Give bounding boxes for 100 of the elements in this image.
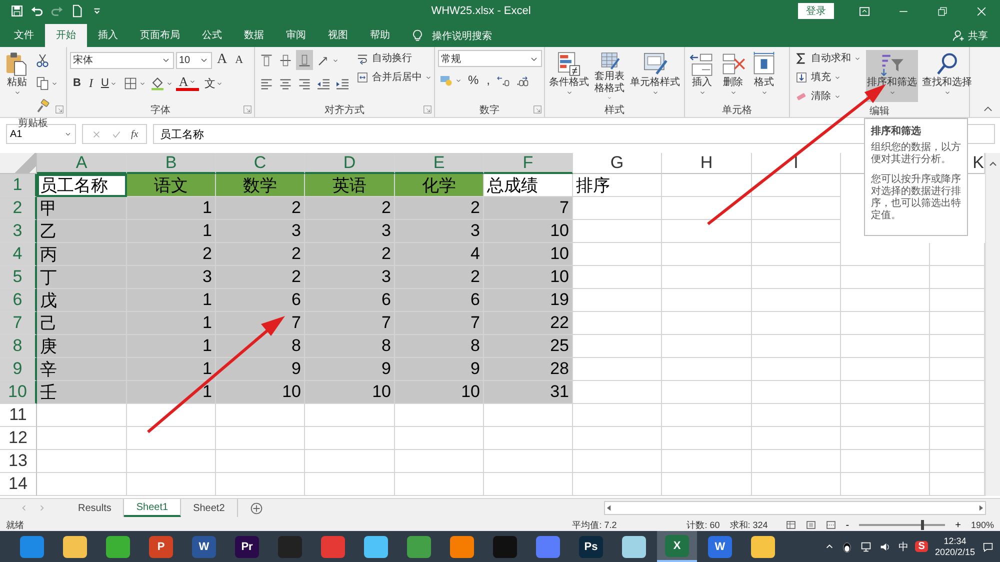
ribbon-button[interactable]: 合并后居中 bbox=[354, 69, 434, 85]
row-header[interactable]: 8 bbox=[0, 335, 37, 358]
restore-icon[interactable] bbox=[936, 4, 949, 18]
dialog-launcher-icon[interactable] bbox=[55, 105, 64, 114]
lightbulb-icon[interactable] bbox=[411, 29, 424, 42]
column-header[interactable]: F bbox=[484, 153, 573, 174]
row-header[interactable]: 12 bbox=[0, 427, 37, 450]
vertical-scrollbar[interactable] bbox=[985, 153, 1000, 496]
login-button[interactable]: 登录 bbox=[798, 3, 834, 19]
format-button[interactable]: % bbox=[465, 70, 482, 90]
row-header[interactable]: 11 bbox=[0, 404, 37, 427]
row-header[interactable]: 14 bbox=[0, 473, 37, 496]
zoom-out-button[interactable]: - bbox=[846, 520, 850, 530]
ribbon-button[interactable]: 格式 bbox=[750, 50, 778, 102]
row-header[interactable]: 2 bbox=[0, 197, 37, 220]
format-button[interactable]: U bbox=[98, 73, 120, 93]
scroll-right-icon[interactable] bbox=[977, 504, 985, 512]
ribbon-tab[interactable]: 帮助 bbox=[359, 24, 401, 47]
taskbar-button[interactable]: Ps bbox=[571, 531, 611, 562]
column-header[interactable]: G bbox=[573, 153, 662, 174]
zoom-level[interactable]: 190% bbox=[970, 520, 994, 530]
ribbon-button[interactable]: 删除 bbox=[719, 50, 747, 102]
format-button[interactable]: B bbox=[70, 73, 84, 93]
undo-icon[interactable] bbox=[30, 4, 44, 18]
column-header[interactable]: A bbox=[37, 153, 127, 174]
column-header[interactable]: B bbox=[127, 153, 216, 174]
ribbon-button[interactable]: 单元格样式 bbox=[629, 50, 681, 102]
zoom-in-button[interactable]: + bbox=[955, 520, 961, 530]
add-sheet-icon[interactable] bbox=[250, 502, 263, 514]
column-header[interactable]: H bbox=[662, 153, 752, 174]
ribbon-tab[interactable]: 插入 bbox=[87, 24, 129, 47]
row-header[interactable]: 13 bbox=[0, 450, 37, 473]
column-header[interactable]: C bbox=[216, 153, 305, 174]
row-header[interactable]: 6 bbox=[0, 289, 37, 312]
format-button[interactable]: A bbox=[214, 50, 230, 70]
row-header[interactable]: 9 bbox=[0, 358, 37, 381]
normal-view-icon[interactable] bbox=[786, 520, 796, 530]
page-layout-icon[interactable] bbox=[806, 520, 816, 530]
dropdown-field[interactable]: 宋体 bbox=[70, 52, 174, 68]
format-button[interactable]: 文 bbox=[201, 73, 226, 93]
row-header[interactable]: 1 bbox=[0, 174, 37, 197]
ribbon-button[interactable]: 自动求和 bbox=[793, 50, 863, 66]
person-icon[interactable] bbox=[952, 29, 965, 42]
tray-expand-icon[interactable] bbox=[825, 542, 834, 551]
row-header[interactable]: 3 bbox=[0, 220, 37, 243]
ribbon-button[interactable]: 套用表格格式 bbox=[593, 50, 626, 102]
ribbon-button[interactable]: 填充 bbox=[793, 69, 843, 85]
share-link[interactable]: 共享 bbox=[968, 28, 988, 42]
save-icon[interactable] bbox=[10, 4, 24, 18]
ribbon-display-icon[interactable] bbox=[858, 4, 871, 18]
format-button[interactable]: A bbox=[232, 50, 246, 70]
ribbon-button[interactable]: 粘贴 bbox=[3, 50, 31, 102]
network-icon[interactable] bbox=[860, 540, 872, 552]
clock-time[interactable]: 12:34 bbox=[944, 536, 966, 546]
row-header[interactable]: 10 bbox=[0, 381, 37, 404]
column-header[interactable]: E bbox=[395, 153, 484, 174]
close-icon[interactable] bbox=[975, 4, 988, 18]
scroll-left-icon[interactable] bbox=[605, 504, 613, 512]
format-button[interactable]: A bbox=[176, 76, 200, 90]
taskbar-button[interactable]: P bbox=[141, 531, 181, 562]
page-break-icon[interactable] bbox=[826, 520, 836, 530]
format-button[interactable]: , bbox=[484, 70, 494, 90]
taskbar-button[interactable]: W bbox=[184, 531, 224, 562]
sheet-tab[interactable]: Sheet1 bbox=[124, 499, 182, 517]
dropdown-field[interactable]: 10 bbox=[176, 52, 212, 68]
input-method-indicator[interactable]: 中 bbox=[898, 540, 908, 554]
document-icon[interactable] bbox=[70, 4, 84, 18]
horizontal-scrollbar[interactable] bbox=[604, 501, 986, 515]
dropdown-field[interactable]: 常规 bbox=[438, 50, 542, 67]
ribbon-tab[interactable]: 页面布局 bbox=[129, 24, 191, 47]
taskbar-button[interactable]: W bbox=[700, 531, 740, 562]
ribbon-tab[interactable]: 公式 bbox=[191, 24, 233, 47]
ribbon-tab[interactable]: 视图 bbox=[317, 24, 359, 47]
notification-icon[interactable] bbox=[982, 540, 994, 552]
ribbon-tab[interactable]: 审阅 bbox=[275, 24, 317, 47]
tell-me-search[interactable]: 操作说明搜索 bbox=[432, 28, 492, 42]
taskbar-button[interactable]: Pr bbox=[227, 531, 267, 562]
penguin-icon[interactable] bbox=[841, 540, 854, 552]
ribbon-button[interactable]: 自动换行 bbox=[354, 50, 414, 66]
column-header[interactable]: D bbox=[305, 153, 395, 174]
format-button[interactable]: I bbox=[86, 73, 96, 93]
ribbon-button[interactable]: 条件格式 bbox=[548, 50, 590, 102]
ribbon-button[interactable]: 插入 bbox=[688, 50, 716, 102]
dialog-launcher-icon[interactable] bbox=[243, 105, 252, 114]
insert-function-button[interactable]: fx bbox=[131, 128, 138, 140]
zoom-slider-thumb[interactable] bbox=[921, 520, 924, 530]
ribbon-button[interactable]: 排序和筛选 bbox=[866, 50, 918, 102]
ribbon-button[interactable]: 查找和选择 bbox=[921, 50, 973, 102]
row-header[interactable]: 4 bbox=[0, 243, 37, 266]
dialog-launcher-icon[interactable] bbox=[423, 105, 432, 114]
clock-date[interactable]: 2020/2/15 bbox=[934, 546, 975, 558]
ribbon-button[interactable]: 清除 bbox=[793, 88, 843, 104]
ribbon-tab[interactable]: 开始 bbox=[45, 24, 87, 47]
row-header[interactable]: 5 bbox=[0, 266, 37, 289]
taskbar-button[interactable]: X bbox=[657, 531, 697, 562]
dialog-launcher-icon[interactable] bbox=[533, 105, 542, 114]
row-header[interactable]: 7 bbox=[0, 312, 37, 335]
ribbon-tab[interactable]: 数据 bbox=[233, 24, 275, 47]
input-method-icon[interactable]: S bbox=[915, 541, 928, 552]
ribbon-tab[interactable]: 文件 bbox=[3, 24, 45, 47]
